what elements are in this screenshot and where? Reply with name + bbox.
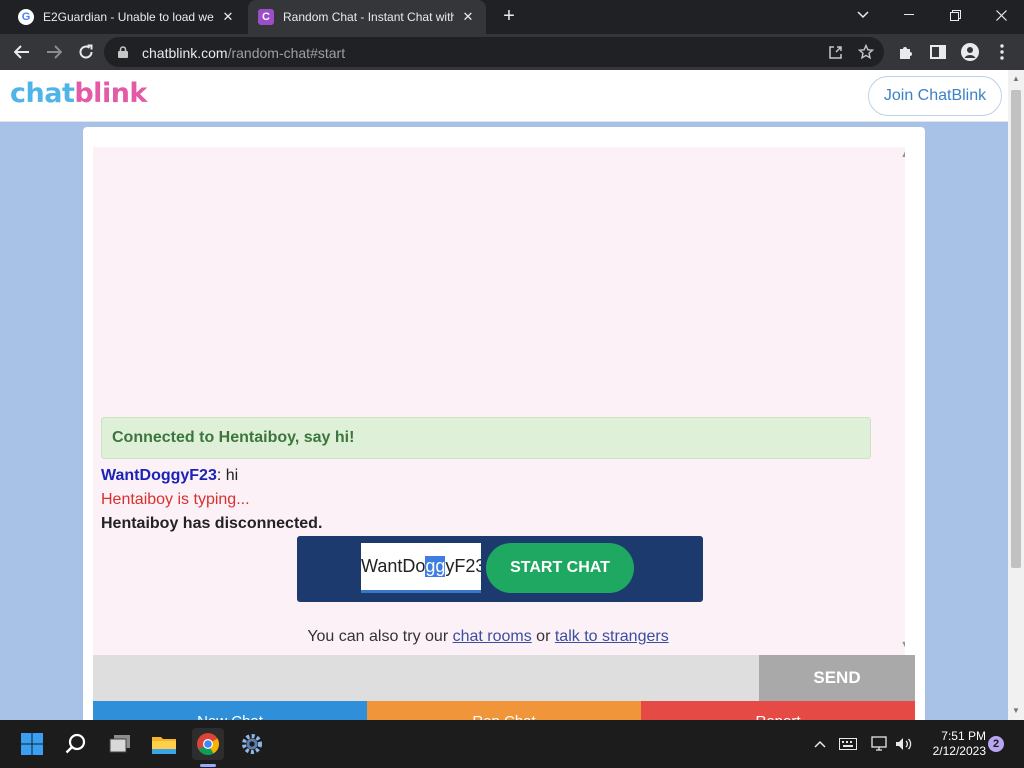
site-header: chatblink Join ChatBlink (0, 70, 1008, 122)
active-app-indicator (200, 764, 216, 767)
forward-arrow-icon[interactable] (42, 40, 66, 64)
logo-part-blink: blink (74, 78, 147, 109)
tab-close-icon[interactable]: ✕ (460, 9, 476, 25)
chatblink-c-icon: C (258, 9, 274, 25)
url-host: chatblink.com (142, 45, 228, 61)
side-panel-icon[interactable] (928, 42, 948, 62)
url-text: chatblink.com/random-chat#start (142, 45, 345, 61)
also-try-middle: or (531, 628, 555, 645)
tab-title: Random Chat - Instant Chat with (283, 10, 454, 24)
start-chat-button[interactable]: START CHAT (486, 543, 634, 593)
nickname-text-before: WantDo (361, 556, 426, 576)
tab-random-chat[interactable]: C Random Chat - Instant Chat with ✕ (248, 0, 486, 34)
file-explorer-icon[interactable] (148, 728, 180, 760)
chrome-icon[interactable] (192, 728, 224, 760)
nickname-input[interactable]: WantDoggyF23 (361, 543, 481, 593)
close-window-button[interactable] (978, 0, 1024, 30)
message-nickname: WantDoggyF23 (101, 467, 217, 484)
volume-icon[interactable] (894, 734, 914, 754)
message-input[interactable] (93, 655, 759, 701)
minimize-button[interactable] (886, 0, 932, 30)
also-try-text: You can also try our chat rooms or talk … (93, 628, 883, 646)
join-chatblink-button[interactable]: Join ChatBlink (868, 76, 1002, 116)
network-icon[interactable] (870, 734, 890, 754)
chat-log[interactable]: ▲ Connected to Hentaiboy, say hi! WantDo… (93, 147, 905, 655)
clock-time: 7:51 PM (941, 729, 986, 743)
chat-rooms-link[interactable]: chat rooms (453, 628, 532, 645)
tab-e2guardian[interactable]: G E2Guardian - Unable to load web ✕ (8, 0, 246, 34)
notification-badge[interactable]: 2 (988, 736, 1004, 752)
chat-scroll-up-icon[interactable]: ▲ (898, 149, 905, 161)
typing-indicator: Hentaiboy is typing... (101, 491, 250, 508)
chat-panel: ▲ Connected to Hentaiboy, say hi! WantDo… (83, 127, 925, 720)
tab-search-chevron-icon[interactable] (840, 0, 886, 30)
show-hidden-icons-chevron-icon[interactable] (810, 734, 830, 754)
address-bar[interactable]: chatblink.com/random-chat#start (104, 37, 884, 67)
report-button[interactable]: Report (641, 701, 915, 720)
talk-to-strangers-link[interactable]: talk to strangers (555, 628, 669, 645)
message-text: : hi (216, 467, 239, 484)
extensions-puzzle-icon[interactable] (896, 42, 916, 62)
restore-button[interactable] (932, 0, 978, 30)
disconnected-notice: Hentaiboy has disconnected. (101, 515, 323, 532)
nickname-text-after: yF23 (445, 556, 481, 576)
task-view-icon[interactable] (104, 728, 136, 760)
new-chat-button[interactable]: New Chat (93, 701, 367, 720)
also-try-prefix: You can also try our (307, 628, 453, 645)
start-chat-box: WantDoggyF23 START CHAT (297, 536, 703, 602)
logo-part-chat: chat (10, 78, 75, 109)
connected-status-banner: Connected to Hentaiboy, say hi! (101, 417, 871, 459)
chat-action-buttons: New Chat Rep Chat Report (93, 701, 915, 720)
windows-taskbar: 7:51 PM 2/12/2023 2 (0, 720, 1024, 768)
rep-chat-button[interactable]: Rep Chat (367, 701, 641, 720)
browser-toolbar: chatblink.com/random-chat#start (0, 34, 1024, 70)
browser-menu-icon[interactable] (992, 42, 1012, 62)
google-g-icon: G (18, 9, 34, 25)
chat-scroll-down-icon[interactable]: ▼ (898, 639, 905, 651)
chatblink-logo[interactable]: chatblink (10, 78, 147, 109)
lock-icon[interactable] (118, 45, 128, 58)
settings-gear-icon[interactable] (236, 728, 268, 760)
tab-close-icon[interactable]: ✕ (220, 9, 236, 25)
bookmark-star-icon[interactable] (857, 43, 875, 61)
scrollbar-thumb[interactable] (1011, 90, 1021, 568)
scroll-up-arrow-icon[interactable]: ▲ (1008, 74, 1024, 83)
chat-message: WantDoggyF23: hi (101, 467, 238, 485)
search-icon[interactable] (60, 728, 92, 760)
browser-tab-strip: G E2Guardian - Unable to load web ✕ C Ra… (0, 0, 1024, 34)
page-viewport: chatblink Join ChatBlink ▲ Connected to … (0, 70, 1008, 720)
back-arrow-icon[interactable] (10, 40, 34, 64)
tab-title: E2Guardian - Unable to load web (43, 10, 214, 24)
clock-date: 2/12/2023 (932, 744, 986, 758)
new-tab-button[interactable]: + (498, 6, 520, 28)
page-scrollbar[interactable]: ▲ ▼ (1008, 70, 1024, 720)
send-button[interactable]: SEND (759, 655, 915, 701)
share-icon[interactable] (826, 43, 844, 61)
profile-avatar-icon[interactable] (960, 42, 980, 62)
scroll-down-arrow-icon[interactable]: ▼ (1008, 706, 1024, 715)
system-clock[interactable]: 7:51 PM 2/12/2023 (922, 729, 986, 759)
reload-icon[interactable] (74, 40, 98, 64)
url-path: /random-chat#start (227, 45, 346, 61)
windows-start-icon[interactable] (16, 728, 48, 760)
nickname-text-selected: gg (425, 556, 446, 577)
keyboard-icon[interactable] (838, 734, 858, 754)
